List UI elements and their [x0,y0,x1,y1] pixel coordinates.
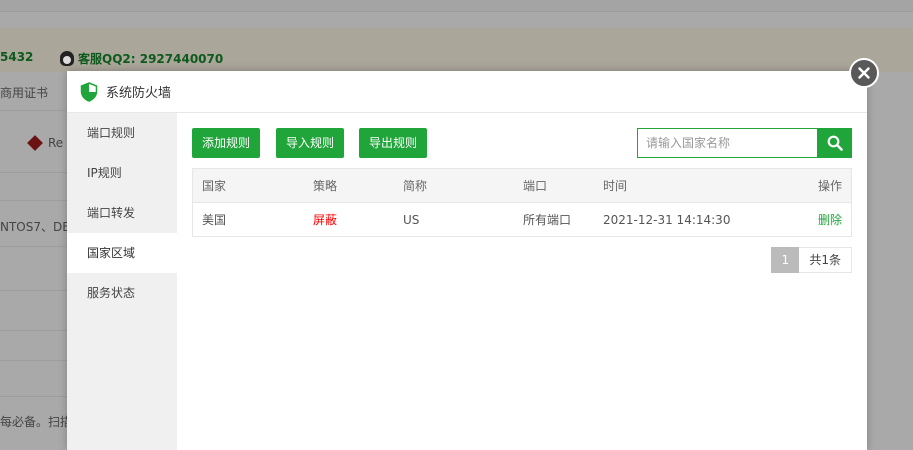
cell-code: US [403,212,420,227]
toolbar: 添加规则 导入规则 导出规则 [192,128,852,158]
sidebar-item-service-status[interactable]: 服务状态 [67,273,177,313]
pagination: 1 共1条 [192,247,852,273]
background-qq: 客服QQ2: 2927440070 [60,50,223,67]
sidebar-item-port-rules[interactable]: 端口规则 [67,113,177,153]
column-header-action: 操作 [817,179,842,193]
cell-time: 2021-12-31 14:14:30 [603,212,731,227]
table-row: 美国 屏蔽 US 所有端口 2021-12-31 14:14:30 删除 [193,203,851,236]
background-qq-text: 客服QQ2: 2927440070 [78,52,224,66]
background-divider [0,290,70,291]
column-header-code: 简称 [403,179,428,193]
background-rec: Re [27,135,64,151]
page-total-count: 共1条 [799,247,852,273]
background-rec-text: Re [48,136,64,150]
close-dialog-button[interactable] [849,58,879,88]
background-divider [0,110,70,111]
close-icon [858,67,870,79]
background-divider [0,360,70,361]
import-rule-button[interactable]: 导入规则 [276,128,345,158]
cell-port: 所有端口 [523,213,572,227]
cube-icon [27,135,43,151]
column-header-policy: 策略 [313,179,338,193]
sidebar: 端口规则 IP规则 端口转发 国家区域 服务状态 [67,113,177,450]
column-header-port: 端口 [523,179,548,193]
background-divider [0,246,70,247]
table-header: 国家 策略 简称 端口 时间 操作 [193,169,851,203]
search-button[interactable] [817,128,852,158]
background-must-text: 每必备。扫描 [0,415,73,429]
sidebar-item-port-forward[interactable]: 端口转发 [67,193,177,233]
dialog-title: 系统防火墙 [106,86,172,101]
shield-icon [80,81,98,102]
export-rule-button[interactable]: 导出规则 [359,128,428,158]
background-divider [0,200,70,201]
page-number-current[interactable]: 1 [771,247,800,273]
add-rule-button[interactable]: 添加规则 [192,128,261,158]
country-rules-table: 国家 策略 简称 端口 时间 操作 美国 屏蔽 US 所有端口 2021-12-… [192,168,852,237]
background-phone-text: 5432 [0,50,34,64]
search-box [637,128,852,158]
background-topbar [0,0,913,12]
sidebar-item-country-region[interactable]: 国家区域 [67,233,177,273]
background-divider [0,172,70,173]
dialog-header: 系统防火墙 [67,71,867,113]
background-cert-text: 商用证书 [0,86,49,100]
search-icon [827,135,843,151]
background-divider [0,330,70,331]
firewall-dialog: 系统防火墙 端口规则 IP规则 端口转发 国家区域 服务状态 添加规则 导入规则… [67,71,867,450]
column-header-time: 时间 [603,179,628,193]
sidebar-item-ip-rules[interactable]: IP规则 [67,153,177,193]
background-divider [0,396,70,397]
column-header-country: 国家 [202,179,227,193]
delete-link[interactable]: 删除 [818,213,842,227]
search-input[interactable] [637,128,817,158]
cell-country: 美国 [202,213,227,227]
cell-policy: 屏蔽 [313,213,338,227]
qq-penguin-icon [60,51,74,66]
main-panel: 添加规则 导入规则 导出规则 国家 策略 简称 端口 时间 操作 [177,113,867,450]
